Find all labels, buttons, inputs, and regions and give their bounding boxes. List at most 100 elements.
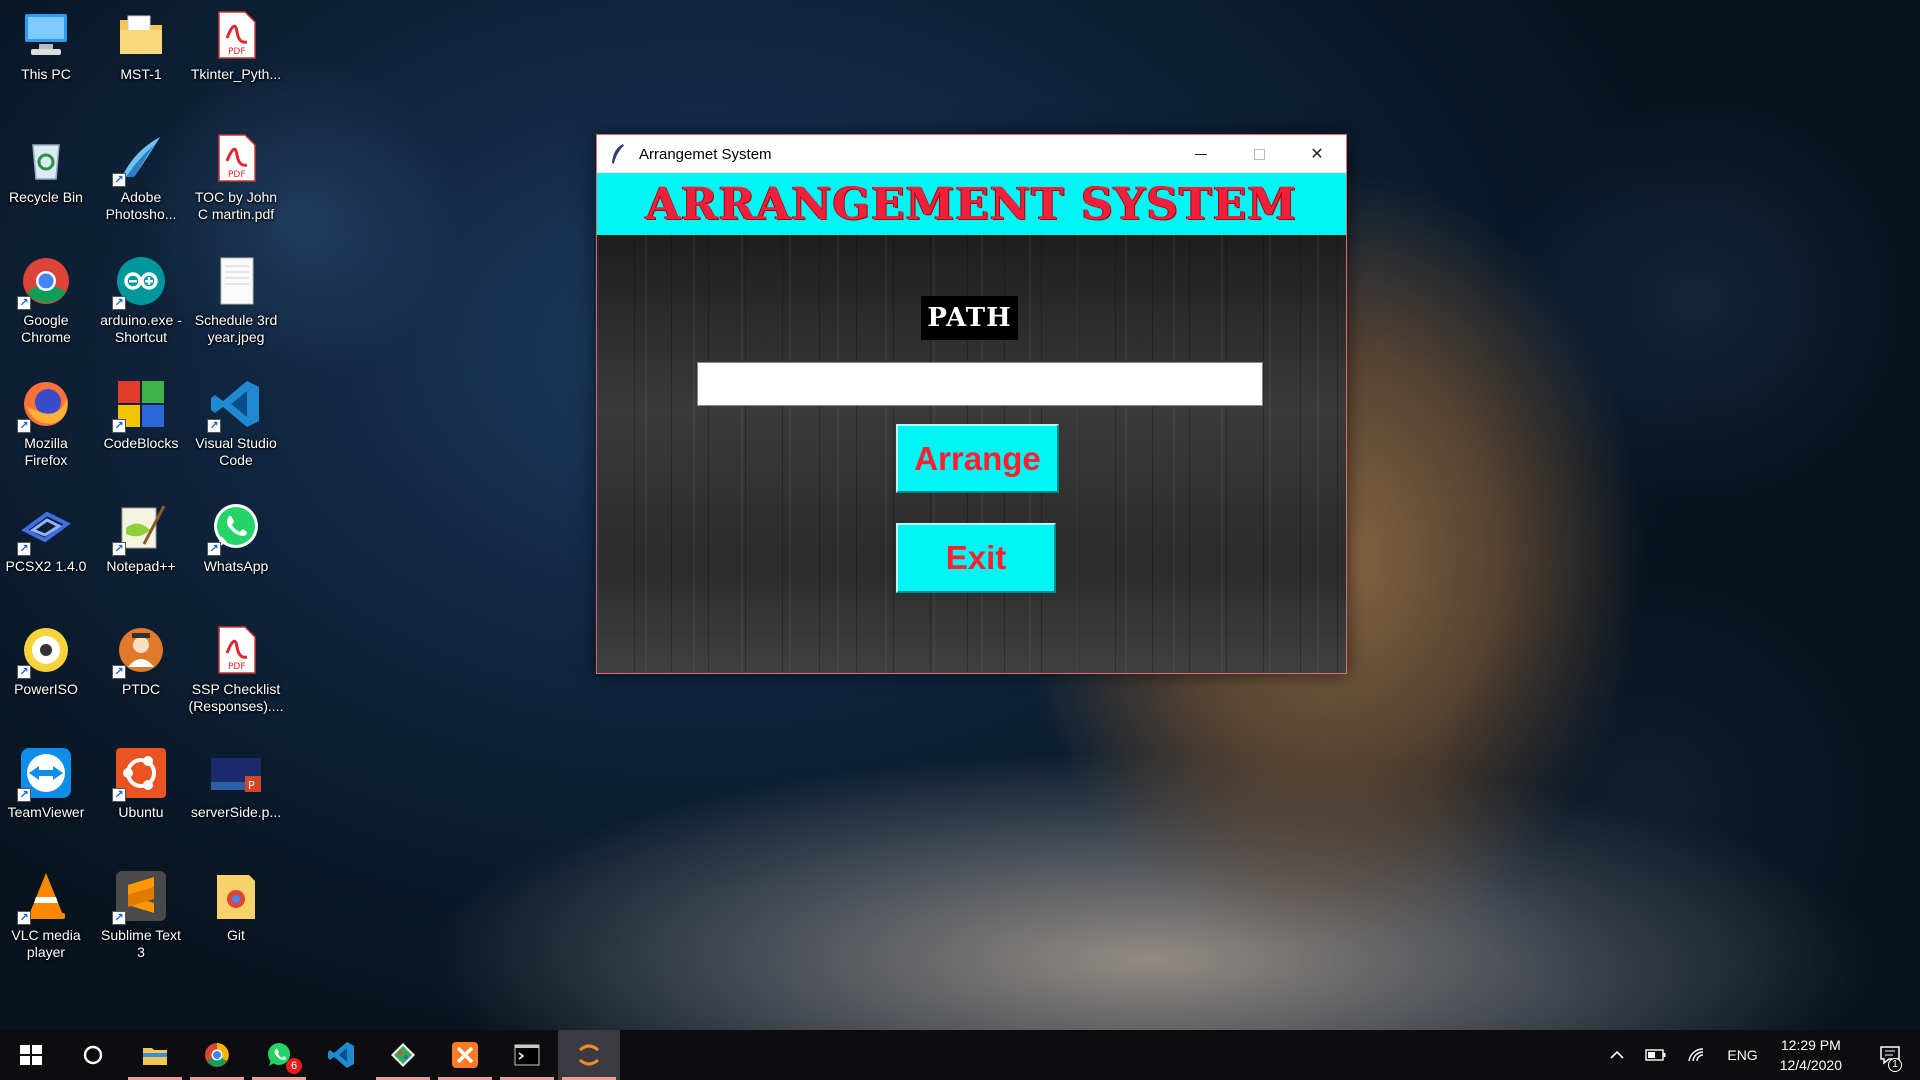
- shortcut-arrow-icon: ↗: [112, 296, 126, 310]
- chrome-icon: ↗: [17, 254, 73, 310]
- recycle-bin-icon: [19, 131, 73, 185]
- wifi-button[interactable]: [1687, 1047, 1707, 1063]
- desktop-icon-codeblocks[interactable]: ↗ CodeBlocks: [95, 369, 187, 487]
- desktop-icon-mst-1[interactable]: PDF MST-1: [95, 0, 187, 118]
- shortcut-arrow-icon: ↗: [207, 419, 221, 433]
- battery-button[interactable]: [1645, 1047, 1667, 1063]
- shortcut-arrow-icon: ↗: [207, 542, 221, 556]
- desktop-icon-this-pc[interactable]: This PC: [0, 0, 92, 118]
- desktop-icon-label: TOC by John C martin.pdf: [194, 189, 278, 222]
- arrange-button[interactable]: Arrange: [896, 424, 1059, 493]
- clock[interactable]: 12:29 PM 12/4/2020: [1780, 1035, 1842, 1075]
- tk-feather-icon: [612, 144, 625, 165]
- desktop-icon-label: Git: [227, 927, 245, 943]
- desktop-icon-teamviewer[interactable]: ↗ TeamViewer: [0, 738, 92, 856]
- desktop-icon-notepadpp[interactable]: ↗ Notepad++: [95, 492, 187, 610]
- desktop-icon-label: Sublime Text 3: [101, 927, 181, 960]
- language-indicator[interactable]: ENG: [1727, 1047, 1757, 1063]
- taskbar-chrome[interactable]: [186, 1030, 248, 1080]
- tray-overflow-button[interactable]: [1609, 1047, 1625, 1063]
- battery-icon: [1645, 1049, 1666, 1061]
- desktop-icons: This PC Recycle Bin ↗ Google Chrome ↗ Mo…: [0, 0, 300, 1030]
- desktop-icon-arduino[interactable]: ↗ arduino.exe - Shortcut: [95, 246, 187, 364]
- desktop-icon-ssp-checklist-pdf[interactable]: PDF SSP Checklist (Responses)....: [189, 615, 283, 733]
- taskbar-whatsapp[interactable]: 6: [248, 1030, 310, 1080]
- desktop-icon-label: MST-1: [120, 66, 162, 82]
- desktop-icon-label: Schedule 3rd year.jpeg: [194, 312, 278, 345]
- arrangement-window: Arrangemet System ✕ ARRANGEMENT SYSTEM P…: [596, 134, 1347, 674]
- desktop-icon-label: TeamViewer: [7, 804, 85, 820]
- maximize-button[interactable]: [1230, 135, 1288, 173]
- desktop-icon-schedule-jpeg[interactable]: Schedule 3rd year.jpeg: [190, 246, 282, 364]
- search-button[interactable]: [62, 1030, 124, 1080]
- minimize-icon: [1195, 153, 1207, 155]
- chrome-icon: [205, 1043, 229, 1067]
- powerpoint-file-icon: P: [209, 746, 263, 800]
- taskbar: 6 ENG 12:29 PM 12/4/2020 1: [0, 1030, 1920, 1080]
- desktop-icon-label: Recycle Bin: [9, 189, 83, 205]
- desktop-icon-label: VLC media player: [11, 927, 81, 960]
- desktop-icon-label: Notepad++: [106, 558, 176, 574]
- desktop-icon-ptdc[interactable]: ↗ PTDC: [95, 615, 187, 733]
- path-label: PATH: [921, 296, 1018, 340]
- desktop-icon-toc-pdf[interactable]: PDF TOC by John C martin.pdf: [190, 123, 282, 241]
- close-button[interactable]: ✕: [1288, 135, 1346, 173]
- desktop-icon-git[interactable]: Git: [190, 861, 282, 979]
- vscode-icon: ↗: [207, 377, 263, 433]
- desktop-icon-ubuntu[interactable]: ↗ Ubuntu: [95, 738, 187, 856]
- desktop-icon-label: PowerISO: [14, 681, 78, 697]
- desktop-icon-label: arduino.exe - Shortcut: [100, 312, 182, 345]
- folder-icon: PDF: [114, 8, 168, 62]
- desktop-icon-poweriso[interactable]: ↗ PowerISO: [0, 615, 92, 733]
- desktop-icon-label: PTDC: [121, 681, 161, 697]
- exit-button[interactable]: Exit: [896, 523, 1056, 593]
- cortana-circle-icon: [83, 1045, 103, 1065]
- shortcut-arrow-icon: ↗: [17, 665, 31, 679]
- app-banner: ARRANGEMENT SYSTEM: [597, 173, 1346, 235]
- minimize-button[interactable]: [1172, 135, 1230, 173]
- firefox-icon: ↗: [17, 377, 73, 433]
- desktop-icon-vlc[interactable]: ↗ VLC media player: [0, 861, 92, 979]
- clock-time: 12:29 PM: [1780, 1037, 1841, 1053]
- desktop-icon-pcsx2[interactable]: ↗ PCSX2 1.4.0: [0, 492, 92, 610]
- window-title: Arrangemet System: [639, 145, 772, 163]
- desktop-icon-serverside-ppt[interactable]: P serverSide.p...: [190, 738, 282, 856]
- taskbar-python-tk[interactable]: [558, 1030, 620, 1080]
- start-button[interactable]: [0, 1030, 62, 1080]
- desktop-icon-label: Tkinter_Pyth...: [190, 66, 282, 82]
- desktop-icon-vscode[interactable]: ↗ Visual Studio Code: [190, 369, 282, 487]
- taskbar-file-explorer[interactable]: [124, 1030, 186, 1080]
- desktop-icon-tkinter-pdf[interactable]: PDF Tkinter_Pyth...: [190, 0, 282, 118]
- desktop-icon-sublime-text[interactable]: ↗ Sublime Text 3: [95, 861, 187, 979]
- close-icon: ✕: [1310, 146, 1324, 163]
- shortcut-arrow-icon: ↗: [112, 788, 126, 802]
- taskbar-git[interactable]: [372, 1030, 434, 1080]
- whatsapp-icon: ↗: [207, 500, 263, 556]
- desktop-icon-adobe-photoshop[interactable]: ↗ Adobe Photosho...: [95, 123, 187, 241]
- windows-logo-icon: [20, 1045, 42, 1065]
- taskbar-vscode[interactable]: [310, 1030, 372, 1080]
- shortcut-arrow-icon: ↗: [17, 542, 31, 556]
- codeblocks-icon: ↗: [112, 377, 168, 433]
- action-center-button[interactable]: 1: [1870, 1030, 1910, 1080]
- taskbar-xampp[interactable]: [434, 1030, 496, 1080]
- computer-icon: [19, 8, 73, 62]
- desktop-icon-mozilla-firefox[interactable]: ↗ Mozilla Firefox: [0, 369, 92, 487]
- vlc-icon: ↗: [17, 869, 73, 925]
- pdf-icon: PDF: [209, 131, 263, 185]
- shortcut-arrow-icon: ↗: [112, 911, 126, 925]
- svg-text:PDF: PDF: [228, 47, 246, 57]
- svg-text:P: P: [248, 779, 255, 792]
- notepadpp-icon: ↗: [112, 500, 168, 556]
- desktop-icon-label: serverSide.p...: [190, 804, 282, 820]
- sublime-icon: ↗: [112, 869, 168, 925]
- desktop-icon-whatsapp[interactable]: ↗ WhatsApp: [190, 492, 282, 610]
- path-input[interactable]: [697, 362, 1263, 406]
- clock-date: 12/4/2020: [1779, 1057, 1842, 1073]
- taskbar-terminal[interactable]: [496, 1030, 558, 1080]
- arduino-icon: ↗: [112, 254, 168, 310]
- desktop-icon-recycle-bin[interactable]: Recycle Bin: [0, 123, 92, 241]
- window-titlebar[interactable]: Arrangemet System ✕: [597, 135, 1346, 173]
- maximize-icon: [1253, 148, 1265, 160]
- desktop-icon-google-chrome[interactable]: ↗ Google Chrome: [0, 246, 92, 364]
